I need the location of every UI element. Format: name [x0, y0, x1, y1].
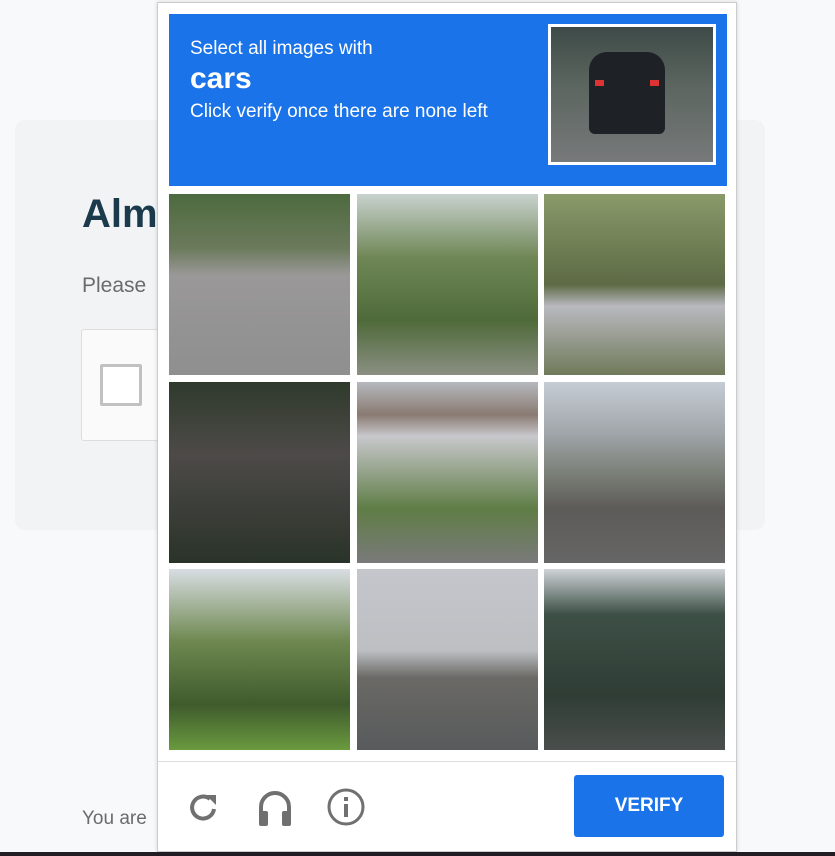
footer-text: You are	[82, 808, 147, 829]
instruction-line: Select all images with	[190, 38, 373, 59]
challenge-header: Select all images with cars Click verify…	[169, 14, 727, 186]
page-heading: Alm	[82, 192, 158, 236]
instruction-hint: Click verify once there are none left	[190, 101, 488, 122]
reload-icon[interactable]	[184, 787, 224, 827]
image-tile-7[interactable]	[169, 569, 350, 750]
car-shape	[589, 52, 665, 134]
sample-image	[548, 24, 716, 165]
image-tile-4[interactable]	[169, 381, 350, 563]
image-tile-1[interactable]	[169, 194, 350, 375]
image-tile-6[interactable]	[544, 381, 725, 563]
image-tile-2[interactable]	[356, 194, 538, 375]
audio-headphones-icon[interactable]	[255, 787, 295, 827]
image-tile-8[interactable]	[356, 569, 538, 750]
image-tile-5[interactable]	[356, 381, 538, 563]
captcha-challenge-dialog: Select all images with cars Click verify…	[157, 2, 737, 852]
captcha-checkbox[interactable]	[100, 364, 142, 406]
verify-button[interactable]: VERIFY	[574, 775, 724, 837]
footer-divider	[158, 761, 736, 762]
info-icon[interactable]	[326, 787, 366, 827]
target-object: cars	[190, 62, 252, 95]
page-subtext: Please	[82, 274, 147, 297]
taskbar	[0, 852, 835, 856]
image-tile-3[interactable]	[544, 194, 725, 375]
image-tile-9[interactable]	[544, 569, 725, 750]
